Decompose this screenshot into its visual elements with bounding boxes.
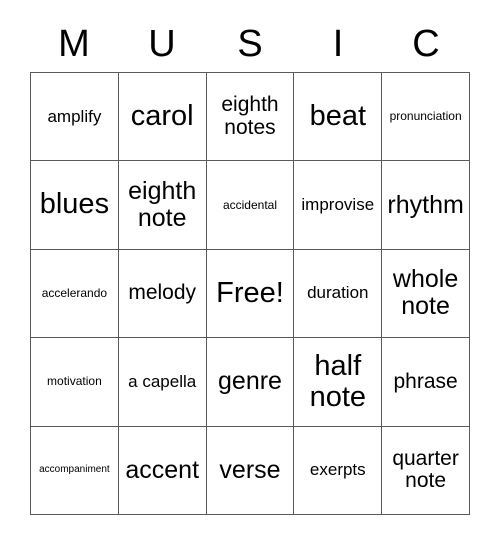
bingo-cell-label: whole note — [392, 265, 459, 321]
bingo-cell-label: duration — [307, 283, 369, 303]
bingo-grid: amplify carol eighth notes beat pronunci… — [30, 72, 470, 515]
bingo-cell-label: verse — [219, 455, 281, 484]
bingo-cell[interactable]: eighth notes — [206, 73, 295, 162]
bingo-cell-label: eighth note — [128, 177, 197, 233]
bingo-cell-label: motivation — [47, 374, 102, 389]
bingo-cell[interactable]: accidental — [206, 161, 295, 250]
bingo-cell-label: eighth notes — [221, 93, 279, 139]
bingo-cell-label: rhythm — [387, 190, 464, 219]
bingo-cell-label: quarter note — [392, 446, 459, 493]
bingo-cell-label: beat — [309, 100, 367, 133]
bingo-cell[interactable]: eighth note — [118, 161, 207, 250]
bingo-cell-free[interactable]: Free! — [206, 249, 295, 339]
bingo-card: M U S I C amplify carol eighth notes bea… — [0, 0, 500, 544]
bingo-cell[interactable]: carol — [118, 73, 207, 162]
bingo-cell[interactable]: phrase — [382, 338, 470, 427]
bingo-cell[interactable]: a capella — [118, 338, 207, 427]
bingo-cell[interactable]: half note — [294, 338, 383, 427]
bingo-cell-label: accent — [125, 455, 200, 484]
bingo-cell[interactable]: accent — [118, 426, 207, 515]
bingo-cell[interactable]: accelerando — [31, 249, 119, 339]
bingo-cell[interactable]: amplify — [31, 73, 119, 162]
bingo-cell[interactable]: whole note — [382, 249, 470, 339]
bingo-cell-label: exerpts — [309, 460, 366, 480]
bingo-cell-label: genre — [218, 367, 282, 396]
bingo-cell-label: pronunciation — [389, 109, 462, 124]
bingo-cell-label: blues — [39, 188, 110, 221]
header-letter-4: I — [332, 23, 344, 65]
bingo-cell[interactable]: quarter note — [382, 426, 470, 515]
bingo-cell[interactable]: improvise — [294, 161, 383, 250]
bingo-cell[interactable]: pronunciation — [382, 73, 470, 162]
bingo-cell[interactable]: beat — [294, 73, 383, 162]
bingo-cell-label: improvise — [301, 194, 375, 214]
bingo-cell-label: accompaniment — [39, 463, 110, 475]
bingo-cell-label: half note — [309, 349, 367, 413]
bingo-cell-label: amplify — [47, 106, 102, 126]
bingo-cell[interactable]: rhythm — [382, 161, 470, 250]
bingo-cell-label: melody — [128, 281, 197, 305]
bingo-cell[interactable]: blues — [31, 161, 119, 250]
bingo-cell-label: accelerando — [41, 286, 108, 301]
header-letter-3: S — [237, 23, 263, 65]
bingo-cell-label: a capella — [128, 371, 197, 391]
bingo-header: M U S I C — [30, 16, 470, 72]
header-letter-2: U — [148, 23, 176, 65]
bingo-cell[interactable]: accompaniment — [31, 426, 119, 515]
bingo-cell[interactable]: melody — [118, 249, 207, 339]
bingo-cell[interactable]: exerpts — [294, 426, 383, 515]
bingo-cell-label: carol — [130, 100, 194, 133]
bingo-cell-label: phrase — [393, 369, 458, 393]
bingo-cell[interactable]: genre — [206, 338, 295, 427]
bingo-cell-label: accidental — [222, 197, 278, 212]
header-letter-1: M — [58, 23, 90, 65]
bingo-cell[interactable]: motivation — [31, 338, 119, 427]
bingo-cell[interactable]: verse — [206, 426, 295, 515]
bingo-cell[interactable]: duration — [294, 249, 383, 339]
header-letter-5: C — [412, 23, 440, 65]
bingo-cell-label: Free! — [216, 276, 284, 309]
